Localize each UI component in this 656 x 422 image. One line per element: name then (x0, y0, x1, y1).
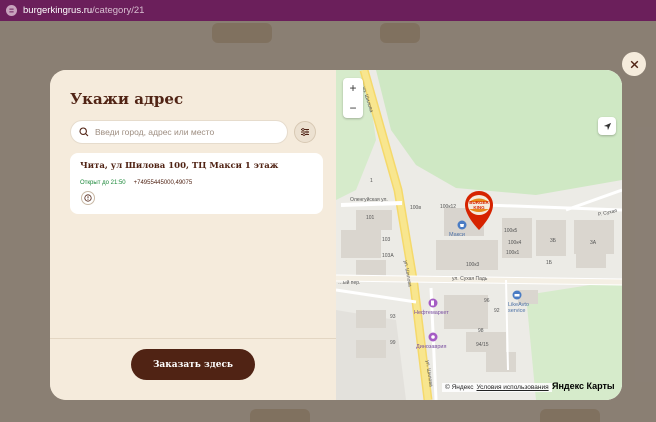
building-number: 100к3 (466, 262, 480, 268)
search-icon (79, 127, 89, 137)
building-number: 93 (390, 314, 396, 320)
building-number: 100к4 (508, 240, 522, 246)
building-number: 96 (484, 298, 490, 304)
building-number: 101 (366, 215, 375, 221)
yandex-map[interactable]: ул. Шилова ул. Шилова ул. Шилова Оленгуй… (336, 70, 622, 400)
building-number: 100в (410, 205, 421, 211)
building-number: 98 (478, 328, 484, 334)
restaurant-name: Чита, ул Шилова 100, ТЦ Макси 1 этаж (80, 161, 279, 171)
map-copyright: © Яндекс Условия использования (442, 383, 552, 392)
panel-divider (50, 338, 336, 339)
browser-address-bar[interactable]: burgerkingrus.ru/category/21 (0, 0, 656, 21)
street-label: …ый пер. (338, 280, 361, 286)
terms-of-use-link[interactable]: Условия использования (476, 384, 548, 391)
address-modal: Укажи адрес Чита, ул Шилова 100, ТЦ Макс… (50, 70, 622, 400)
building-number: 100к5 (504, 228, 518, 234)
poi-label-dinozavria[interactable]: Динозаврия (416, 344, 446, 350)
restaurant-info-button[interactable] (81, 191, 95, 205)
svg-text:KING: KING (473, 205, 485, 210)
address-panel: Укажи адрес Чита, ул Шилова 100, ТЦ Макс… (50, 70, 336, 400)
building-number: 103 (382, 237, 391, 243)
building-number: 1Б (546, 260, 553, 266)
order-here-button[interactable]: Заказать здесь (131, 349, 255, 380)
zoom-out-button[interactable]: − (343, 98, 363, 118)
info-icon (84, 194, 92, 202)
building-number: 3Б (550, 238, 557, 244)
street-label: ул. Сухая Падь (452, 276, 488, 282)
car-service-icon[interactable] (512, 290, 522, 300)
close-modal-button[interactable] (622, 52, 646, 76)
poi-label-maxi[interactable]: Макси (449, 232, 465, 238)
map-canvas (336, 70, 622, 400)
url-path: /category/21 (92, 5, 145, 16)
entertainment-icon[interactable] (428, 332, 438, 342)
restaurant-card[interactable]: Чита, ул Шилова 100, ТЦ Макси 1 этаж Отк… (70, 153, 323, 214)
address-search-input[interactable] (95, 127, 275, 137)
filter-icon (301, 128, 309, 136)
gas-station-icon[interactable] (428, 298, 438, 308)
building-number: 94/15 (476, 342, 489, 348)
zoom-control: + − (343, 78, 363, 118)
building-number: 100к12 (440, 204, 457, 210)
building-number: 99 (390, 340, 396, 346)
building-number: 3А (590, 240, 597, 246)
restaurant-open-status: Открыт до 21:50 (80, 180, 126, 186)
yandex-maps-logo[interactable]: Яндекс Карты (552, 381, 615, 391)
burger-king-logo-icon: BURGER KING (465, 191, 493, 230)
zoom-in-button[interactable]: + (343, 78, 363, 98)
yandex-maps-logo-text: Яндекс Карты (552, 381, 615, 391)
close-icon (630, 60, 638, 68)
location-arrow-icon (603, 122, 611, 130)
url-host: burgerkingrus.ru (23, 5, 93, 16)
restaurant-phone: +74955445000,49075 (133, 180, 193, 186)
site-settings-icon[interactable] (6, 5, 17, 16)
building-number: 92 (494, 308, 500, 314)
building-number: 100к1 (506, 250, 520, 256)
burger-king-map-pin[interactable]: BURGER KING (464, 190, 494, 234)
building-number: 103А (382, 253, 394, 259)
geolocation-button[interactable] (598, 117, 616, 135)
filter-button[interactable] (294, 121, 316, 143)
street-label: Оленгуйская ул. (350, 197, 388, 203)
copyright-text: © Яндекс (445, 384, 474, 391)
modal-title: Укажи адрес (70, 90, 184, 108)
building-number: 1 (370, 178, 373, 184)
poi-label-neftemarket[interactable]: Нефтемаркет (414, 310, 449, 316)
poi-label-likeavto[interactable]: LikeAvto service (508, 302, 548, 314)
address-search[interactable] (70, 120, 288, 144)
